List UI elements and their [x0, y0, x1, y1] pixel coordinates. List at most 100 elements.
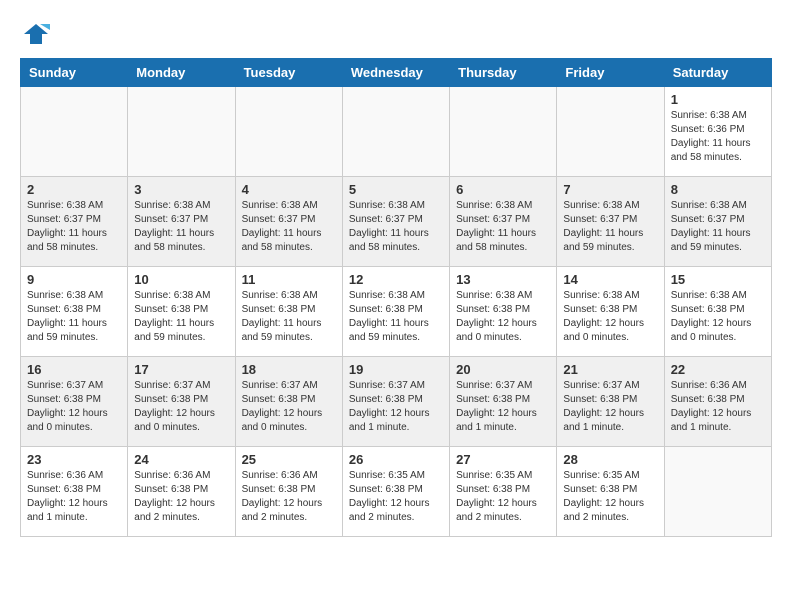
day-number: 23	[27, 452, 121, 467]
calendar-cell: 17 Sunrise: 6:37 AM Sunset: 6:38 PM Dayli…	[128, 357, 235, 447]
calendar-cell: 6 Sunrise: 6:38 AM Sunset: 6:37 PM Daylig…	[450, 177, 557, 267]
day-info: Sunrise: 6:38 AM Sunset: 6:37 PM Dayligh…	[134, 199, 228, 255]
calendar-cell: 5 Sunrise: 6:38 AM Sunset: 6:37 PM Daylig…	[342, 177, 449, 267]
calendar-week-3: 9 Sunrise: 6:38 AM Sunset: 6:38 PM Daylig…	[21, 267, 772, 357]
day-info: Sunrise: 6:36 AM Sunset: 6:38 PM Dayligh…	[134, 469, 228, 525]
calendar-cell	[450, 87, 557, 177]
day-of-week-sunday: Sunday	[21, 59, 128, 87]
calendar-cell: 21Sunrise: 6:37 AM Sunset: 6:38 PM Dayli…	[557, 357, 664, 447]
calendar-cell	[235, 87, 342, 177]
day-number: 18	[242, 362, 336, 377]
calendar-cell: 25 Sunrise: 6:36 AM Sunset: 6:38 PM Dayli…	[235, 447, 342, 537]
calendar-header-row: SundayMondayTuesdayWednesdayThursdayFrid…	[21, 59, 772, 87]
day-info: Sunrise: 6:38 AM Sunset: 6:38 PM Dayligh…	[349, 289, 443, 345]
calendar-cell	[342, 87, 449, 177]
calendar-cell: 9 Sunrise: 6:38 AM Sunset: 6:38 PM Daylig…	[21, 267, 128, 357]
day-of-week-monday: Monday	[128, 59, 235, 87]
day-info: Sunrise: 6:37 AM Sunset: 6:38 PM Dayligh…	[349, 379, 443, 435]
calendar-cell: 27 Sunrise: 6:35 AM Sunset: 6:38 PM Dayli…	[450, 447, 557, 537]
day-info: Sunrise: 6:38 AM Sunset: 6:36 PM Dayligh…	[671, 109, 765, 165]
day-number: 3	[134, 182, 228, 197]
calendar-cell: 8Sunrise: 6:38 AM Sunset: 6:37 PM Daylig…	[664, 177, 771, 267]
day-number: 16	[27, 362, 121, 377]
calendar-cell	[557, 87, 664, 177]
day-number: 9	[27, 272, 121, 287]
calendar-cell: 18Sunrise: 6:37 AM Sunset: 6:38 PM Dayli…	[235, 357, 342, 447]
day-number: 7	[563, 182, 657, 197]
day-of-week-wednesday: Wednesday	[342, 59, 449, 87]
calendar-week-4: 16 Sunrise: 6:37 AM Sunset: 6:38 PM Dayli…	[21, 357, 772, 447]
calendar-cell: 12 Sunrise: 6:38 AM Sunset: 6:38 PM Dayli…	[342, 267, 449, 357]
day-info: Sunrise: 6:36 AM Sunset: 6:38 PM Dayligh…	[27, 469, 121, 525]
day-number: 25	[242, 452, 336, 467]
calendar: SundayMondayTuesdayWednesdayThursdayFrid…	[20, 58, 772, 537]
calendar-week-5: 23 Sunrise: 6:36 AM Sunset: 6:38 PM Dayli…	[21, 447, 772, 537]
day-info: Sunrise: 6:38 AM Sunset: 6:38 PM Dayligh…	[563, 289, 657, 345]
day-number: 4	[242, 182, 336, 197]
calendar-week-1: 1 Sunrise: 6:38 AM Sunset: 6:36 PM Daylig…	[21, 87, 772, 177]
day-info: Sunrise: 6:38 AM Sunset: 6:37 PM Dayligh…	[456, 199, 550, 255]
calendar-cell: 10 Sunrise: 6:38 AM Sunset: 6:38 PM Dayli…	[128, 267, 235, 357]
day-number: 26	[349, 452, 443, 467]
day-number: 11	[242, 272, 336, 287]
calendar-cell: 2 Sunrise: 6:38 AM Sunset: 6:37 PM Daylig…	[21, 177, 128, 267]
calendar-cell: 14 Sunrise: 6:38 AM Sunset: 6:38 PM Dayli…	[557, 267, 664, 357]
day-info: Sunrise: 6:38 AM Sunset: 6:37 PM Dayligh…	[563, 199, 657, 255]
day-number: 13	[456, 272, 550, 287]
day-of-week-friday: Friday	[557, 59, 664, 87]
day-info: Sunrise: 6:37 AM Sunset: 6:38 PM Dayligh…	[27, 379, 121, 435]
day-info: Sunrise: 6:36 AM Sunset: 6:38 PM Dayligh…	[242, 469, 336, 525]
day-info: Sunrise: 6:38 AM Sunset: 6:37 PM Dayligh…	[27, 199, 121, 255]
day-number: 19	[349, 362, 443, 377]
calendar-cell: 7 Sunrise: 6:38 AM Sunset: 6:37 PM Daylig…	[557, 177, 664, 267]
day-number: 14	[563, 272, 657, 287]
day-info: Sunrise: 6:36 AM Sunset: 6:38 PM Dayligh…	[671, 379, 765, 435]
day-number: 24	[134, 452, 228, 467]
day-of-week-tuesday: Tuesday	[235, 59, 342, 87]
day-info: Sunrise: 6:38 AM Sunset: 6:38 PM Dayligh…	[134, 289, 228, 345]
day-info: Sunrise: 6:38 AM Sunset: 6:37 PM Dayligh…	[671, 199, 765, 255]
calendar-cell: 26 Sunrise: 6:35 AM Sunset: 6:38 PM Dayli…	[342, 447, 449, 537]
day-info: Sunrise: 6:38 AM Sunset: 6:37 PM Dayligh…	[349, 199, 443, 255]
calendar-cell: 22 Sunrise: 6:36 AM Sunset: 6:38 PM Dayli…	[664, 357, 771, 447]
day-number: 20	[456, 362, 550, 377]
day-of-week-thursday: Thursday	[450, 59, 557, 87]
calendar-cell: 15 Sunrise: 6:38 AM Sunset: 6:38 PM Dayli…	[664, 267, 771, 357]
day-info: Sunrise: 6:38 AM Sunset: 6:37 PM Dayligh…	[242, 199, 336, 255]
day-number: 15	[671, 272, 765, 287]
calendar-cell: 23 Sunrise: 6:36 AM Sunset: 6:38 PM Dayli…	[21, 447, 128, 537]
day-info: Sunrise: 6:38 AM Sunset: 6:38 PM Dayligh…	[27, 289, 121, 345]
calendar-cell: 20Sunrise: 6:37 AM Sunset: 6:38 PM Dayli…	[450, 357, 557, 447]
day-number: 27	[456, 452, 550, 467]
calendar-cell: 4 Sunrise: 6:38 AM Sunset: 6:37 PM Daylig…	[235, 177, 342, 267]
day-number: 17	[134, 362, 228, 377]
calendar-cell: 28 Sunrise: 6:35 AM Sunset: 6:38 PM Dayli…	[557, 447, 664, 537]
day-info: Sunrise: 6:37 AM Sunset: 6:38 PM Dayligh…	[134, 379, 228, 435]
calendar-cell: 16 Sunrise: 6:37 AM Sunset: 6:38 PM Dayli…	[21, 357, 128, 447]
calendar-cell: 11Sunrise: 6:38 AM Sunset: 6:38 PM Dayli…	[235, 267, 342, 357]
day-info: Sunrise: 6:38 AM Sunset: 6:38 PM Dayligh…	[456, 289, 550, 345]
logo	[20, 20, 50, 48]
calendar-cell	[21, 87, 128, 177]
calendar-cell	[128, 87, 235, 177]
day-number: 10	[134, 272, 228, 287]
day-info: Sunrise: 6:38 AM Sunset: 6:38 PM Dayligh…	[671, 289, 765, 345]
day-number: 2	[27, 182, 121, 197]
day-number: 28	[563, 452, 657, 467]
day-number: 1	[671, 92, 765, 107]
day-number: 22	[671, 362, 765, 377]
day-info: Sunrise: 6:35 AM Sunset: 6:38 PM Dayligh…	[563, 469, 657, 525]
calendar-cell: 3 Sunrise: 6:38 AM Sunset: 6:37 PM Daylig…	[128, 177, 235, 267]
calendar-cell: 19 Sunrise: 6:37 AM Sunset: 6:38 PM Dayli…	[342, 357, 449, 447]
day-number: 12	[349, 272, 443, 287]
day-info: Sunrise: 6:37 AM Sunset: 6:38 PM Dayligh…	[563, 379, 657, 435]
calendar-cell: 1 Sunrise: 6:38 AM Sunset: 6:36 PM Daylig…	[664, 87, 771, 177]
day-of-week-saturday: Saturday	[664, 59, 771, 87]
day-info: Sunrise: 6:35 AM Sunset: 6:38 PM Dayligh…	[456, 469, 550, 525]
calendar-cell: 24 Sunrise: 6:36 AM Sunset: 6:38 PM Dayli…	[128, 447, 235, 537]
day-number: 6	[456, 182, 550, 197]
day-number: 5	[349, 182, 443, 197]
calendar-cell	[664, 447, 771, 537]
calendar-cell: 13 Sunrise: 6:38 AM Sunset: 6:38 PM Dayli…	[450, 267, 557, 357]
day-info: Sunrise: 6:35 AM Sunset: 6:38 PM Dayligh…	[349, 469, 443, 525]
